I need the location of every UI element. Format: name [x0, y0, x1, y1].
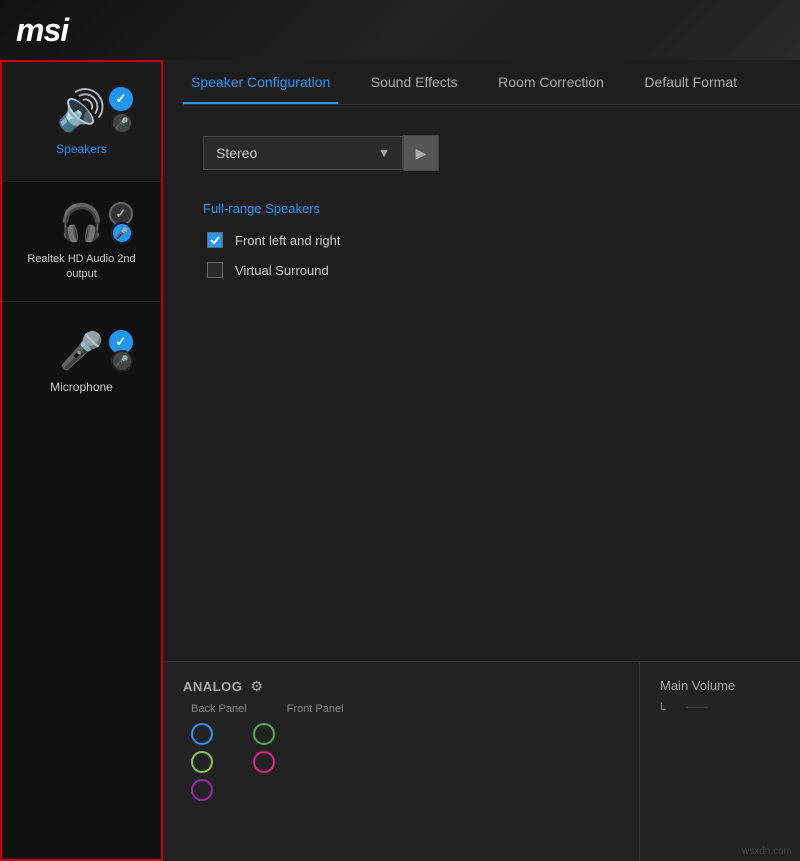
- bottom-section: ANALOG ⚙ Back Panel Front Panel: [163, 661, 800, 861]
- analog-panel: ANALOG ⚙ Back Panel Front Panel: [163, 662, 640, 861]
- speakers-label: Speakers: [56, 142, 107, 156]
- sidebar-item-speakers[interactable]: ✓ 🔊 🎤 Speakers: [2, 62, 161, 182]
- volume-line: ——: [686, 701, 780, 713]
- mic-badge-realtek: 🎤: [111, 222, 133, 244]
- connector-grid: [183, 723, 619, 801]
- mic-badge-speakers: 🎤: [111, 112, 133, 134]
- volume-l-label: L: [660, 701, 666, 713]
- stereo-value: Stereo: [216, 145, 257, 161]
- analog-title: ANALOG: [183, 679, 242, 694]
- checkbox-row-front-lr: Front left and right: [203, 232, 760, 248]
- front-panel-label: Front Panel: [287, 703, 344, 715]
- stereo-row: Stereo ▼ ▶: [203, 135, 760, 171]
- checkbox-front-lr[interactable]: [207, 232, 223, 248]
- panel-labels: Back Panel Front Panel: [183, 703, 619, 715]
- realtek-label: Realtek HD Audio 2nd output: [12, 252, 151, 281]
- connector-dot-lime[interactable]: [191, 751, 213, 773]
- sidebar-item-microphone[interactable]: ✓ 🎤 🎤 Microphone: [2, 302, 161, 422]
- connector-row-3: [191, 779, 619, 801]
- checkbox-row-virtual-surround: Virtual Surround: [203, 262, 760, 278]
- tab-speaker-configuration[interactable]: Speaker Configuration: [183, 60, 338, 104]
- main-volume-panel: Main Volume L ——: [640, 662, 800, 861]
- watermark: wsxdn.com: [742, 846, 792, 857]
- stereo-dropdown[interactable]: Stereo ▼: [203, 136, 403, 170]
- main-layout: ✓ 🔊 🎤 Speakers ✓ 🎧 🎤 Realtek HD Audio 2n…: [0, 60, 800, 861]
- microphone-icons-row: ✓ 🎤 🎤: [12, 330, 151, 372]
- connector-dot-pink[interactable]: [253, 751, 275, 773]
- checkbox-virtual-surround[interactable]: [207, 262, 223, 278]
- analog-title-row: ANALOG ⚙: [183, 678, 619, 695]
- connector-row-2: [191, 751, 619, 773]
- headphone-icon: 🎧: [59, 202, 104, 244]
- microphone-icon: 🎤: [59, 330, 104, 372]
- connector-dot-blue[interactable]: [191, 723, 213, 745]
- tabs-panel: Speaker Configuration Sound Effects Room…: [163, 60, 800, 104]
- mic-badge-microphone: 🎤: [111, 350, 133, 372]
- main-volume-title: Main Volume: [660, 678, 780, 693]
- stereo-next-button[interactable]: ▶: [403, 135, 439, 171]
- connector-dot-purple[interactable]: [191, 779, 213, 801]
- checkbox-virtual-surround-label: Virtual Surround: [235, 263, 329, 278]
- back-panel-label: Back Panel: [191, 703, 247, 715]
- full-range-speakers-title: Full-range Speakers: [203, 201, 760, 216]
- content-area: Speaker Configuration Sound Effects Room…: [163, 60, 800, 861]
- microphone-label: Microphone: [50, 380, 113, 394]
- check-badge-speakers: ✓: [109, 87, 133, 111]
- tab-default-format[interactable]: Default Format: [636, 60, 745, 104]
- connector-dot-green[interactable]: [253, 723, 275, 745]
- sidebar-item-realtek[interactable]: ✓ 🎧 🎤 Realtek HD Audio 2nd output: [2, 182, 161, 302]
- arrow-right-icon: ▶: [416, 145, 427, 162]
- tab-sound-effects[interactable]: Sound Effects: [363, 60, 466, 104]
- tab-room-correction[interactable]: Room Correction: [490, 60, 612, 104]
- gear-icon[interactable]: ⚙: [250, 678, 263, 695]
- dropdown-arrow-icon: ▼: [378, 146, 390, 160]
- device-sidebar: ✓ 🔊 🎤 Speakers ✓ 🎧 🎤 Realtek HD Audio 2n…: [0, 60, 163, 861]
- speaker-icon: 🔊: [57, 87, 107, 134]
- msi-logo: msi: [16, 12, 68, 49]
- connector-row-1: [191, 723, 619, 745]
- volume-labels: L ——: [660, 701, 780, 713]
- checkbox-front-lr-label: Front left and right: [235, 233, 341, 248]
- app-header: msi: [0, 0, 800, 60]
- speakers-icons-row: ✓ 🔊 🎤: [12, 87, 151, 134]
- realtek-icons-row: ✓ 🎧 🎤: [12, 202, 151, 244]
